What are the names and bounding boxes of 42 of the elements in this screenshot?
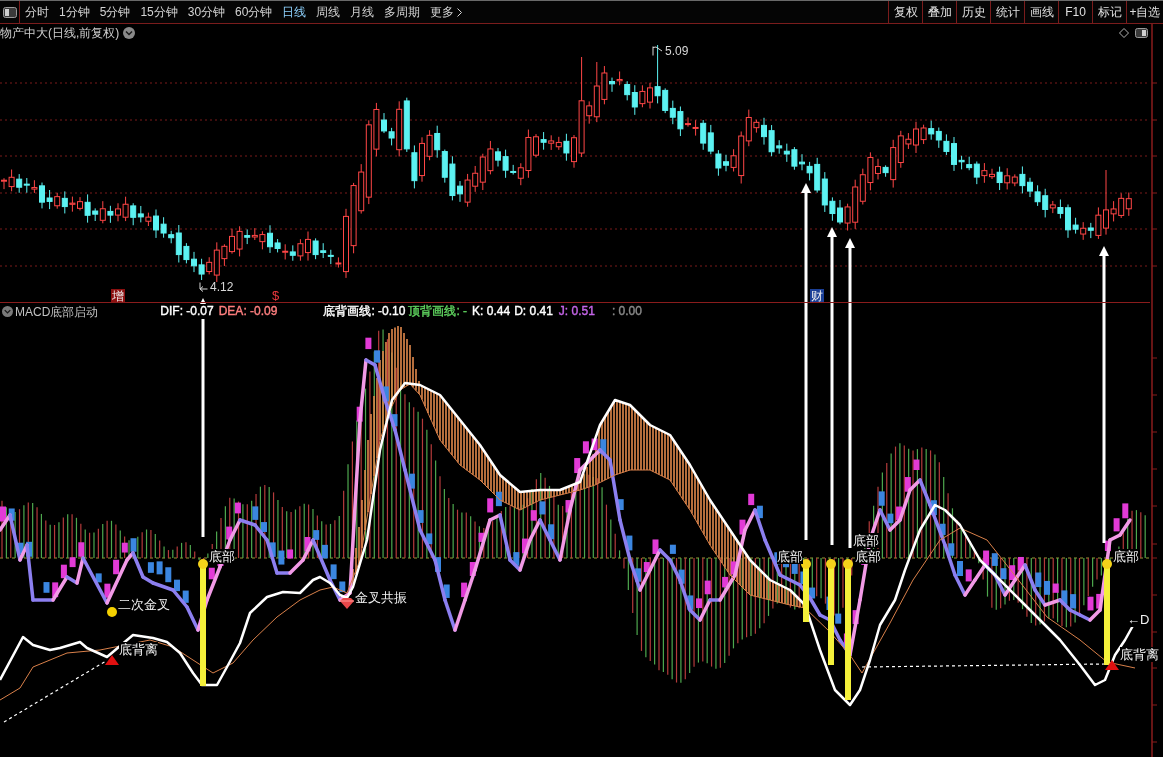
period-tab[interactable]: 60分钟 (230, 1, 278, 23)
indicator-readout: J: 0.51 (558, 304, 595, 319)
diamond-icon[interactable] (1119, 28, 1129, 38)
toolbar-button[interactable]: 统计 (990, 1, 1024, 23)
period-tab[interactable]: 周线 (311, 1, 346, 23)
toolbar-button[interactable]: F10 (1058, 1, 1092, 23)
event-marker[interactable]: $ (272, 289, 280, 303)
hook-arrow-icon (652, 46, 663, 56)
price-label: 5.09 (665, 44, 689, 58)
event-marker[interactable]: 财 (810, 289, 824, 303)
indicator-readout: 顶背画线: - (408, 304, 468, 319)
chevron-right-icon (457, 7, 463, 17)
chevron-down-icon[interactable] (2, 306, 13, 317)
period-tab[interactable]: 分时 (20, 1, 54, 23)
indicator-readout: DEA: -0.09 (218, 304, 278, 319)
period-tab[interactable]: 日线 (277, 1, 312, 23)
more-tab[interactable]: 更多 (425, 1, 468, 23)
period-tab[interactable]: 15分钟 (135, 1, 183, 23)
toolbar-button[interactable]: 复权 (888, 1, 922, 23)
period-tab[interactable]: 30分钟 (182, 1, 231, 23)
indicator-readout: K: 0.44 (472, 304, 511, 319)
period-tab[interactable]: 多周期 (379, 1, 426, 23)
panel-toggle-icon[interactable] (1135, 28, 1148, 38)
price-label: 4.12 (210, 280, 234, 294)
period-tab[interactable]: 1分钟 (54, 1, 95, 23)
indicator-name: MACD底部启动 (15, 303, 99, 320)
period-tab[interactable]: 月线 (345, 1, 380, 23)
event-marker[interactable]: 增 (111, 289, 125, 303)
toolbar-button[interactable]: +自选 (1126, 1, 1163, 23)
indicator-readout: DIF: -0.07 (160, 304, 214, 319)
chevron-down-icon[interactable] (123, 27, 136, 39)
indicator-readout: D: 0.41 (514, 304, 553, 319)
panel-toggle-icon[interactable] (2, 6, 17, 18)
hook-arrow-icon (198, 281, 208, 293)
indicator-readout: 底背画线: -0.10 (323, 304, 406, 319)
indicator-readout: : 0.00 (611, 304, 642, 319)
toolbar-button[interactable]: 历史 (956, 1, 990, 23)
toolbar-button[interactable]: 叠加 (922, 1, 956, 23)
chart-title: 物产中大(日线,前复权) (0, 25, 120, 41)
toolbar-button[interactable]: 标记 (1092, 1, 1126, 23)
period-tab[interactable]: 5分钟 (94, 1, 136, 23)
toolbar-button[interactable]: 画线 (1024, 1, 1058, 23)
